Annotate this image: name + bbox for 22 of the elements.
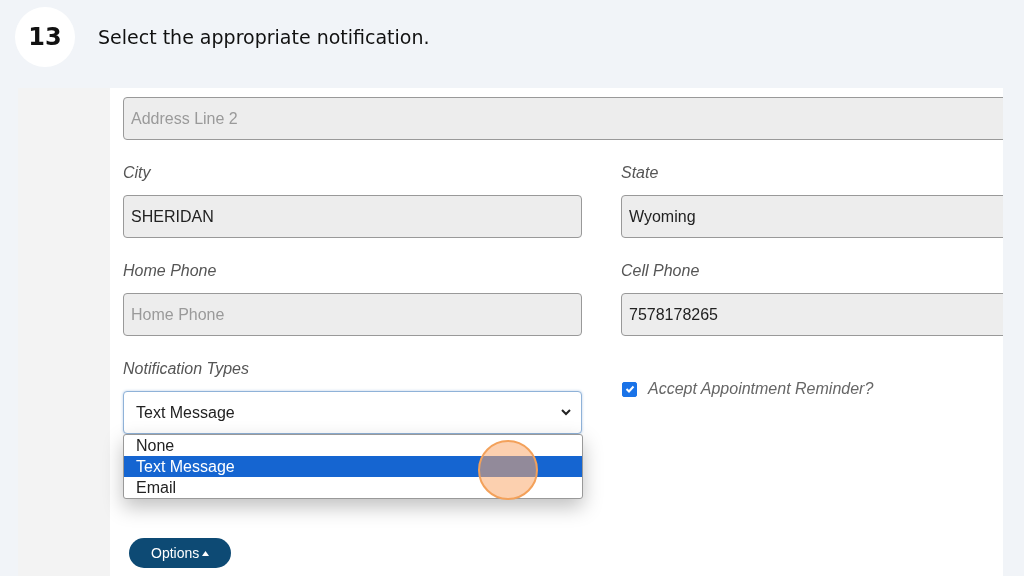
step-number: 13 [15,7,75,67]
field-label: City [123,164,152,182]
checkbox[interactable] [622,381,637,397]
input-field[interactable]: Address Line 2 [123,97,1003,140]
input-field[interactable]: 7578178265 [621,293,1003,336]
chevron-down-icon [561,409,571,416]
notification-select[interactable]: Text Message [123,391,582,434]
input-field[interactable]: Wyoming [621,195,1003,238]
field-label: Cell Phone [621,262,701,280]
input-field[interactable]: SHERIDAN [123,195,582,238]
dropdown-option[interactable]: None [124,435,582,456]
step-instruction: Select the appropriate notification. [98,26,430,48]
dropdown-option[interactable]: Email [124,477,582,498]
dropdown-option[interactable]: Text Message [124,456,582,477]
click-highlight [478,440,538,500]
checkbox-label: Accept Appointment Reminder? [648,380,874,398]
caret-up-icon [202,550,210,556]
options-button[interactable]: Options [129,538,232,568]
field-label: Notification Types [123,360,250,378]
field-label: Home Phone [123,262,218,280]
field-label: State [621,164,660,182]
input-field[interactable]: Home Phone [123,293,582,336]
